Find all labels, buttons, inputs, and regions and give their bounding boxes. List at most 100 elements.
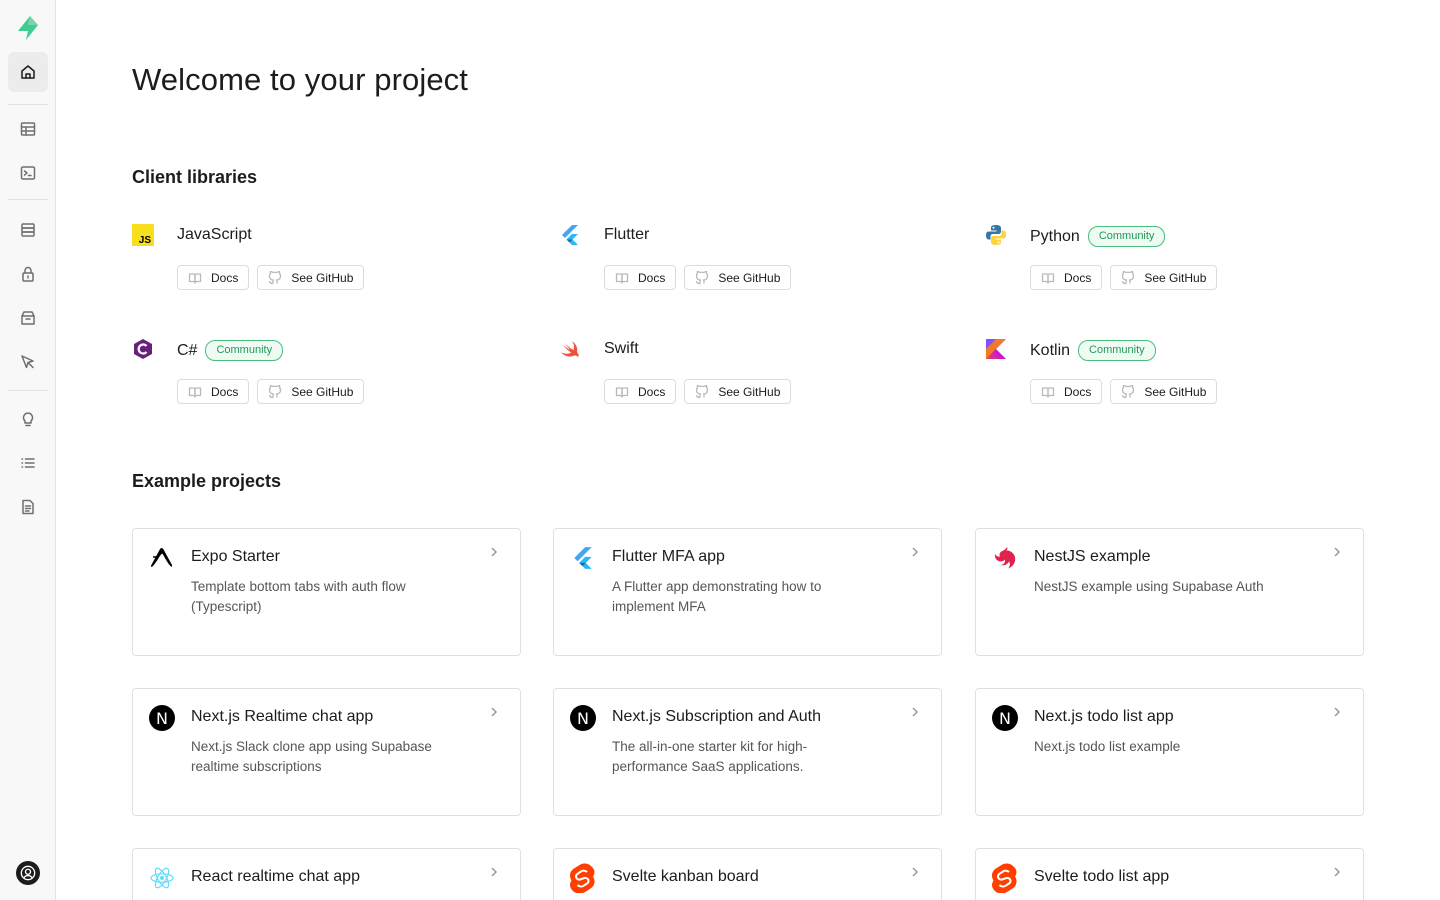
card-title: Svelte todo list app <box>1034 868 1170 885</box>
docs-button[interactable]: Docs <box>604 379 677 404</box>
github-icon <box>1122 384 1135 398</box>
docs-button[interactable]: Docs <box>1030 265 1103 290</box>
library-name: Kotlin <box>1030 341 1071 359</box>
github-icon <box>1122 270 1135 284</box>
sidebar-divider <box>8 199 48 200</box>
example-card-flutter-mfa[interactable]: Flutter MFA app A Flutter app demonstrat… <box>553 528 942 656</box>
kotlin-icon <box>985 338 1007 360</box>
sidebar-item-table-editor[interactable] <box>8 109 48 149</box>
community-badge: Community <box>1078 340 1156 361</box>
see-github-button[interactable]: See GitHub <box>684 265 792 290</box>
react-icon <box>149 865 175 891</box>
sidebar-item-sql-editor[interactable] <box>8 153 48 193</box>
flutter-icon <box>559 224 581 246</box>
card-description: The all-in-one starter kit for high-perf… <box>612 739 808 774</box>
sidebar-item-storage[interactable] <box>8 298 48 338</box>
example-projects-title: Example projects <box>132 471 282 491</box>
book-icon <box>188 386 202 398</box>
card-title: Svelte kanban board <box>612 868 759 885</box>
library-name: JavaScript <box>177 226 252 243</box>
card-title: Expo Starter <box>191 548 280 565</box>
sidebar-item-logs[interactable] <box>8 443 48 483</box>
database-icon <box>21 223 35 237</box>
card-title: NestJS example <box>1034 548 1151 565</box>
library-name: Swift <box>604 340 639 357</box>
docs-button[interactable]: Docs <box>604 265 677 290</box>
see-github-button[interactable]: See GitHub <box>684 379 792 404</box>
svelte-icon <box>570 863 596 893</box>
sidebar-item-advisors[interactable] <box>8 399 48 439</box>
see-github-button[interactable]: See GitHub <box>1110 265 1218 290</box>
sidebar-divider <box>8 104 48 105</box>
chevron-right-icon <box>909 865 921 877</box>
account-icon[interactable] <box>16 861 40 885</box>
see-github-button[interactable]: See GitHub <box>1110 379 1218 404</box>
chevron-right-icon <box>1331 705 1343 717</box>
table-icon <box>20 122 36 136</box>
example-card-nextjs-realtime-chat[interactable]: N Next.js Realtime chat app Next.js Slac… <box>132 688 521 816</box>
flutter-icon <box>570 545 596 571</box>
nextjs-icon: N <box>992 705 1018 731</box>
card-description: Next.js Slack clone app using Supabase r… <box>191 739 432 774</box>
home-icon <box>21 65 35 79</box>
see-github-button[interactable]: See GitHub <box>257 379 365 404</box>
python-icon <box>985 224 1007 246</box>
example-card-react-realtime-chat[interactable]: React realtime chat app <box>132 848 521 900</box>
nestjs-icon <box>992 545 1018 571</box>
docs-button[interactable]: Docs <box>1030 379 1103 404</box>
see-github-button[interactable]: See GitHub <box>257 265 365 290</box>
sidebar-item-edge-functions[interactable] <box>8 342 48 382</box>
chevron-right-icon <box>909 545 921 557</box>
document-icon <box>22 499 34 515</box>
card-title: Next.js Subscription and Auth <box>612 708 822 725</box>
example-card-nestjs[interactable]: NestJS example NestJS example using Supa… <box>975 528 1364 656</box>
svelte-icon <box>992 863 1018 893</box>
chevron-right-icon <box>1331 545 1343 557</box>
docs-button[interactable]: Docs <box>177 265 250 290</box>
docs-button[interactable]: Docs <box>177 379 250 404</box>
sidebar-item-api-docs[interactable] <box>8 487 48 527</box>
card-title: React realtime chat app <box>191 868 360 885</box>
card-description: A Flutter app demonstrating how to imple… <box>612 579 822 614</box>
library-kotlin: Kotlin Community Docs See GitHub <box>985 338 1385 418</box>
list-icon <box>21 458 35 468</box>
example-card-svelte-todo[interactable]: Svelte todo list app <box>975 848 1364 900</box>
nextjs-icon: N <box>570 705 596 731</box>
github-icon <box>696 384 709 398</box>
github-icon <box>269 384 282 398</box>
lightbulb-icon <box>22 412 34 427</box>
sidebar-item-authentication[interactable] <box>8 254 48 294</box>
sidebar-item-home[interactable] <box>8 52 48 92</box>
card-description: Template bottom tabs with auth flow (Typ… <box>191 579 406 614</box>
sidebar-divider <box>8 390 48 391</box>
library-name: Python <box>1030 227 1080 245</box>
example-card-nextjs-todo[interactable]: N Next.js todo list app Next.js todo lis… <box>975 688 1364 816</box>
sidebar-item-database[interactable] <box>8 210 48 250</box>
pointer-icon <box>21 355 34 369</box>
example-card-nextjs-subscription[interactable]: N Next.js Subscription and Auth The all-… <box>553 688 942 816</box>
chevron-right-icon <box>1331 865 1343 877</box>
nextjs-icon: N <box>149 705 175 731</box>
library-name: Flutter <box>604 226 650 243</box>
client-libraries-title: Client libraries <box>132 167 258 187</box>
page-title: Welcome to your project <box>132 62 468 97</box>
chevron-right-icon <box>488 865 500 877</box>
example-card-svelte-kanban[interactable]: Svelte kanban board <box>553 848 942 900</box>
library-flutter: Flutter Docs See GitHub <box>559 224 959 304</box>
chevron-right-icon <box>488 545 500 557</box>
csharp-icon <box>132 338 154 360</box>
book-icon <box>1041 386 1055 398</box>
javascript-icon: JS <box>132 224 154 246</box>
supabase-logo-icon[interactable] <box>14 14 42 42</box>
library-csharp: C# Community Docs See GitHub <box>132 338 532 418</box>
book-icon <box>615 386 629 398</box>
card-title: Flutter MFA app <box>612 548 725 565</box>
archive-icon <box>21 311 35 325</box>
chevron-right-icon <box>488 705 500 717</box>
library-name: C# <box>177 341 198 359</box>
example-card-expo-starter[interactable]: Expo Starter Template bottom tabs with a… <box>132 528 521 656</box>
community-badge: Community <box>205 340 284 361</box>
lock-icon <box>22 266 34 282</box>
sidebar <box>0 0 56 900</box>
chevron-right-icon <box>909 705 921 717</box>
